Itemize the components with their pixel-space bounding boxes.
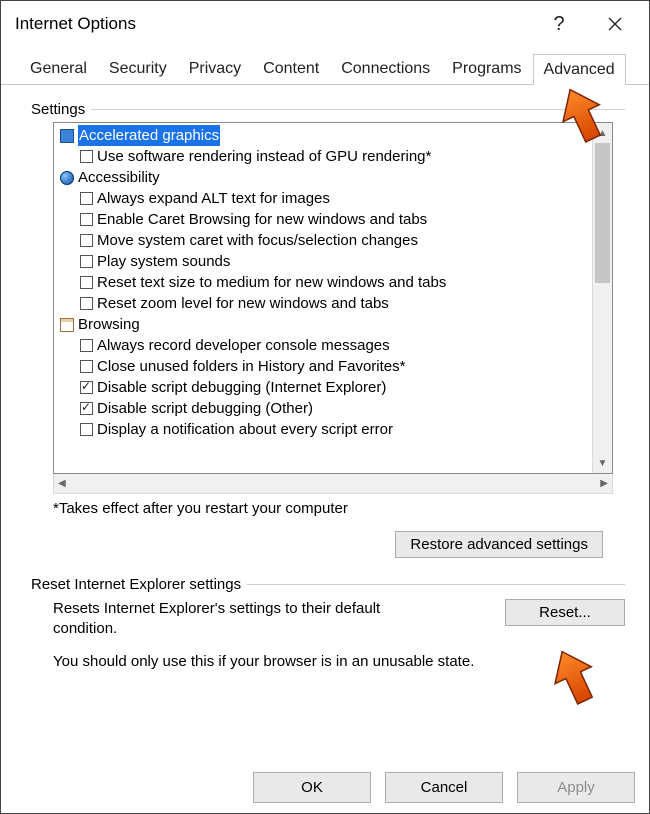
chk-label: Always record developer console messages xyxy=(97,337,390,354)
checkbox-icon xyxy=(80,339,93,352)
help-button[interactable]: ? xyxy=(531,2,587,46)
chk-label: Reset text size to medium for new window… xyxy=(97,274,446,291)
tab-general[interactable]: General xyxy=(19,53,98,84)
scroll-down-icon[interactable]: ▼ xyxy=(593,453,612,473)
cat-label: Browsing xyxy=(78,314,140,335)
chk-move-caret[interactable]: Move system caret with focus/selection c… xyxy=(60,230,588,251)
restore-advanced-button[interactable]: Restore advanced settings xyxy=(395,531,603,558)
close-icon xyxy=(608,17,622,31)
cat-accessibility[interactable]: Accessibility xyxy=(60,167,588,188)
annotation-arrow-1 xyxy=(557,85,607,145)
chk-reset-zoom[interactable]: Reset zoom level for new windows and tab… xyxy=(60,293,588,314)
tab-security[interactable]: Security xyxy=(98,53,178,84)
dialog-footer: OK Cancel Apply xyxy=(253,772,635,803)
chk-play-sounds[interactable]: Play system sounds xyxy=(60,251,588,272)
chk-label: Use software rendering instead of GPU re… xyxy=(97,148,431,165)
chk-label: Disable script debugging (Internet Explo… xyxy=(97,379,386,396)
cat-label: Accessibility xyxy=(78,167,160,188)
monitor-icon xyxy=(60,129,74,143)
divider xyxy=(91,109,625,110)
ok-button[interactable]: OK xyxy=(253,772,371,803)
reset-label-text: Reset Internet Explorer settings xyxy=(31,576,241,593)
cat-label: Accelerated graphics xyxy=(78,125,220,146)
tab-bar: General Security Privacy Content Connect… xyxy=(1,47,649,85)
chk-disable-debug-ie[interactable]: Disable script debugging (Internet Explo… xyxy=(60,377,588,398)
chk-reset-text-size[interactable]: Reset text size to medium for new window… xyxy=(60,272,588,293)
checkbox-icon xyxy=(80,150,93,163)
tab-connections[interactable]: Connections xyxy=(330,53,441,84)
vertical-scrollbar[interactable]: ▲ ▼ xyxy=(592,123,612,473)
window-title: Internet Options xyxy=(15,14,531,34)
cat-accelerated-graphics[interactable]: Accelerated graphics xyxy=(60,125,588,146)
body-area: Settings Accelerated graphics Use softwa… xyxy=(1,85,649,670)
document-icon xyxy=(60,318,74,332)
cat-browsing[interactable]: Browsing xyxy=(60,314,588,335)
checkbox-icon xyxy=(80,234,93,247)
scroll-track[interactable] xyxy=(593,143,612,453)
chk-label: Move system caret with focus/selection c… xyxy=(97,232,418,249)
chk-record-console[interactable]: Always record developer console messages xyxy=(60,335,588,356)
chk-label: Close unused folders in History and Favo… xyxy=(97,358,405,375)
chk-label: Disable script debugging (Other) xyxy=(97,400,313,417)
restart-note: *Takes effect after you restart your com… xyxy=(53,500,625,517)
globe-icon xyxy=(60,171,74,185)
checkbox-icon xyxy=(80,402,93,415)
chk-label: Reset zoom level for new windows and tab… xyxy=(97,295,389,312)
checkbox-icon xyxy=(80,381,93,394)
tab-content[interactable]: Content xyxy=(252,53,330,84)
horizontal-scrollbar[interactable]: ◀ ▶ xyxy=(53,474,613,494)
chk-display-notification[interactable]: Display a notification about every scrip… xyxy=(60,419,588,440)
checkbox-icon xyxy=(80,276,93,289)
close-button[interactable] xyxy=(587,2,643,46)
settings-tree-content: Accelerated graphics Use software render… xyxy=(54,123,592,473)
apply-button[interactable]: Apply xyxy=(517,772,635,803)
scroll-right-icon[interactable]: ▶ xyxy=(600,478,608,489)
reset-button[interactable]: Reset... xyxy=(505,599,625,626)
scroll-left-icon[interactable]: ◀ xyxy=(58,478,66,489)
tab-advanced[interactable]: Advanced xyxy=(533,54,626,85)
chk-label: Play system sounds xyxy=(97,253,230,270)
reset-group-label: Reset Internet Explorer settings xyxy=(31,576,625,593)
annotation-arrow-2 xyxy=(549,647,599,707)
checkbox-icon xyxy=(80,297,93,310)
checkbox-icon xyxy=(80,360,93,373)
divider xyxy=(247,584,625,585)
checkbox-icon xyxy=(80,213,93,226)
reset-warning: You should only use this if your browser… xyxy=(53,653,625,670)
checkbox-icon xyxy=(80,192,93,205)
internet-options-window: Internet Options ? General Security Priv… xyxy=(0,0,650,814)
settings-label-text: Settings xyxy=(31,101,85,118)
titlebar: Internet Options ? xyxy=(1,1,649,47)
settings-group-label: Settings xyxy=(31,101,625,118)
tab-privacy[interactable]: Privacy xyxy=(178,53,252,84)
checkbox-icon xyxy=(80,255,93,268)
chk-software-rendering[interactable]: Use software rendering instead of GPU re… xyxy=(60,146,588,167)
settings-tree[interactable]: Accelerated graphics Use software render… xyxy=(53,122,613,474)
reset-description: Resets Internet Explorer's settings to t… xyxy=(53,599,443,639)
chk-label: Enable Caret Browsing for new windows an… xyxy=(97,211,427,228)
checkbox-icon xyxy=(80,423,93,436)
chk-alt-text[interactable]: Always expand ALT text for images xyxy=(60,188,588,209)
chk-label: Always expand ALT text for images xyxy=(97,190,330,207)
chk-caret-browsing[interactable]: Enable Caret Browsing for new windows an… xyxy=(60,209,588,230)
cancel-button[interactable]: Cancel xyxy=(385,772,503,803)
tab-programs[interactable]: Programs xyxy=(441,53,532,84)
chk-label: Display a notification about every scrip… xyxy=(97,421,393,438)
chk-close-folders[interactable]: Close unused folders in History and Favo… xyxy=(60,356,588,377)
chk-disable-debug-other[interactable]: Disable script debugging (Other) xyxy=(60,398,588,419)
scroll-thumb[interactable] xyxy=(595,143,610,283)
